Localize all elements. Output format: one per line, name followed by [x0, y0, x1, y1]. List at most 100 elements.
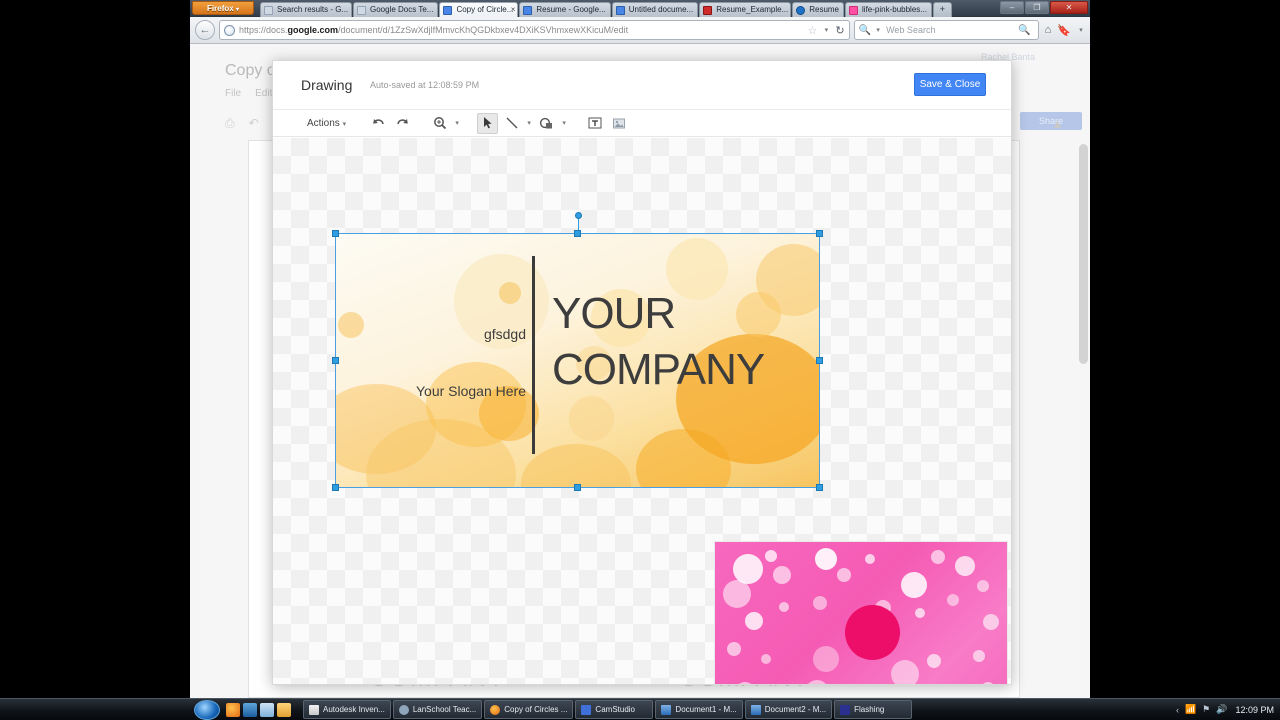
word-icon — [661, 704, 672, 715]
firefox-app-button[interactable]: Firefox ▾ — [192, 1, 254, 15]
bookmarks-icon[interactable]: 🔖 — [1057, 24, 1071, 37]
chevron-down-icon[interactable]: ▾ — [1077, 26, 1085, 34]
firefox-icon — [490, 704, 501, 715]
network-icon[interactable]: 📶 — [1185, 704, 1196, 715]
drawing-canvas[interactable]: YOUR COMPANY gfsdgd Your Slogan Here — [273, 138, 1011, 684]
menu-item-file[interactable]: File — [225, 88, 241, 99]
tab-label: Untitled docume... — [628, 5, 694, 14]
autosave-status: Auto-saved at 12:08:59 PM — [370, 80, 480, 90]
taskbar-item[interactable]: Flashing — [834, 700, 913, 719]
chevron-down-icon[interactable]: ▾ — [560, 119, 568, 127]
reload-icon[interactable]: ↻ — [835, 24, 844, 37]
chevron-down-icon[interactable]: ▾ — [822, 26, 830, 34]
taskbar-item-label: LanSchool Teac... — [412, 705, 477, 714]
browser-tab[interactable]: life-pink-bubbles... — [845, 2, 932, 17]
browser-tab[interactable]: Resume_Example... — [699, 2, 792, 17]
browser-tab[interactable]: Untitled docume... — [611, 2, 699, 17]
camstudio-icon — [581, 704, 592, 715]
line-icon[interactable] — [501, 113, 522, 134]
close-button[interactable]: ✕ — [1050, 1, 1088, 14]
collapse-icon[interactable]: ▲ — [1051, 116, 1064, 131]
firefox-icon[interactable] — [226, 702, 240, 717]
tray-chevron-icon[interactable]: ‹ — [1176, 705, 1179, 715]
shape-icon[interactable] — [536, 113, 557, 134]
back-arrow-icon[interactable]: ← — [195, 20, 215, 40]
taskbar-item[interactable]: Document1 - M... — [655, 700, 743, 719]
drawing-dialog: Drawing Auto-saved at 12:08:59 PM Save &… — [272, 60, 1012, 685]
undo-icon[interactable] — [368, 113, 389, 134]
bokeh-circle — [865, 554, 875, 564]
bokeh-circle — [765, 550, 777, 562]
pink-bubbles-image[interactable] — [714, 541, 1008, 684]
taskbar-item[interactable]: Document2 - M... — [744, 700, 833, 719]
screen: Firefox ▾ Search results - G... Google D… — [0, 0, 1280, 720]
browser-tab[interactable]: Resume - Google... — [519, 2, 611, 17]
taskbar-item[interactable]: LanSchool Teac... — [392, 700, 483, 719]
bokeh-circle — [727, 642, 741, 656]
browser-tab-active[interactable]: Copy of Circle... × — [439, 2, 519, 17]
bokeh-circle — [927, 654, 941, 668]
text-box-icon[interactable] — [584, 113, 605, 134]
url-bar[interactable]: https://docs.google.com/document/d/1ZzSw… — [219, 20, 850, 40]
browser-tab[interactable]: Search results - G... — [260, 2, 352, 17]
undo-icon[interactable]: ↶ — [249, 116, 259, 131]
image-icon[interactable] — [608, 113, 629, 134]
drawing-toolbar: Actions ▾ ▾ ▾ ▾ — [273, 110, 1011, 137]
select-arrow-icon[interactable] — [477, 112, 499, 134]
search-input[interactable]: 🔍 ▾ Web Search 🔍 — [853, 20, 1039, 40]
bokeh-circle — [723, 580, 751, 608]
redo-icon[interactable] — [392, 113, 413, 134]
browser-tab[interactable]: Resume — [792, 2, 845, 17]
center-circle — [845, 605, 900, 660]
page-icon — [264, 6, 273, 15]
globe-icon — [224, 24, 235, 36]
bokeh-circle — [983, 614, 999, 630]
taskbar-item[interactable]: Autodesk Inven... — [303, 700, 391, 719]
tab-label: Resume — [809, 5, 840, 14]
taskbar-item[interactable]: CamStudio — [575, 700, 654, 719]
decorative-blob — [569, 396, 614, 441]
your-company-banner[interactable]: YOUR COMPANY gfsdgd Your Slogan Here — [336, 234, 819, 487]
banner-small-text: gfsdgd — [483, 326, 526, 342]
clock[interactable]: 12:09 PM — [1233, 705, 1274, 715]
chevron-down-icon[interactable]: ▾ — [525, 119, 533, 127]
bokeh-circle — [891, 660, 919, 684]
volume-icon[interactable]: 🔊 — [1216, 704, 1227, 715]
folder-icon[interactable] — [277, 702, 291, 717]
save-and-close-button[interactable]: Save & Close — [914, 73, 986, 96]
decorative-blob — [521, 444, 631, 487]
actions-menu[interactable]: Actions ▾ — [301, 118, 352, 129]
action-center-icon[interactable]: ⚑ — [1202, 704, 1210, 715]
docs-menu-bar: File Edit — [225, 88, 272, 99]
window-controls: – ❐ ✕ — [1000, 1, 1088, 14]
taskbar: Autodesk Inven... LanSchool Teac... Copy… — [0, 698, 1280, 720]
decorative-blob — [499, 282, 521, 304]
taskbar-item-label: Flashing — [854, 705, 885, 714]
url-text: https://docs.google.com/document/d/1ZzSw… — [239, 25, 629, 35]
tab-label: Google Docs Te... — [370, 5, 434, 14]
restore-button[interactable]: ❐ — [1025, 1, 1049, 14]
search-go-icon[interactable]: 🔍 — [1018, 25, 1030, 36]
rotation-handle[interactable] — [574, 212, 582, 219]
print-icon[interactable]: ⎙ — [225, 116, 235, 131]
actions-menu-label: Actions — [307, 117, 340, 129]
chevron-down-icon: ▾ — [235, 7, 239, 13]
menu-item-edit[interactable]: Edit — [255, 88, 272, 99]
docs-icon — [523, 6, 533, 15]
star-icon[interactable]: ☆ — [808, 24, 818, 37]
home-icon[interactable]: ⌂ — [1045, 24, 1052, 36]
chevron-down-icon[interactable]: ▾ — [874, 26, 882, 34]
page-title[interactable]: Copy o — [225, 62, 276, 80]
bokeh-circle — [947, 594, 959, 606]
zoom-icon[interactable] — [429, 113, 450, 134]
browser-tab[interactable]: Google Docs Te... — [353, 2, 439, 17]
new-tab-button[interactable]: + — [932, 2, 952, 17]
mail-icon[interactable] — [260, 702, 274, 717]
start-button[interactable] — [194, 699, 220, 720]
scrollbar[interactable] — [1079, 144, 1088, 364]
chevron-down-icon[interactable]: ▾ — [453, 119, 461, 127]
media-player-icon[interactable] — [243, 702, 257, 717]
close-icon[interactable]: × — [511, 5, 516, 15]
taskbar-item-active[interactable]: Copy of Circles ... — [484, 700, 574, 719]
minimize-button[interactable]: – — [1000, 1, 1024, 14]
